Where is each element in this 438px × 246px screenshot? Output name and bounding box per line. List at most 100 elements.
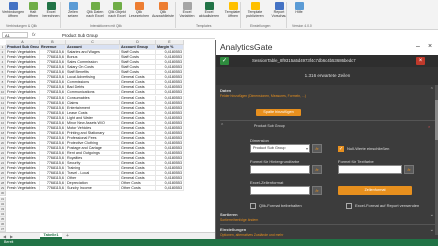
minimize-icon[interactable]: – (416, 43, 420, 50)
qlik-format-label: Qlik-Format beibehalten (259, 203, 302, 208)
settings-section-subtitle: Optionen, alternatives Zustände und mehr (220, 233, 284, 237)
ribbon-button[interactable]: Qlik Daten nach Excel (84, 2, 106, 24)
ribbon-separator (286, 2, 287, 28)
ribbon-button[interactable]: Excel Variablen (176, 2, 198, 24)
bg-color-formula-input[interactable] (250, 165, 310, 174)
table-cell[interactable]: 7768115,6 (40, 186, 66, 192)
remove-field-icon[interactable]: × (428, 124, 430, 129)
chevron-down-icon[interactable]: ⌄ (430, 212, 434, 218)
ribbon-button-label: Excel berechnen (42, 10, 60, 18)
null-values-label: Null-Werte einschließen (347, 146, 390, 151)
ribbon-button[interactable]: Zeilen setzen (62, 2, 84, 24)
daten-section-subtitle: Felder hinzufügen (Dimensionen, Measures… (220, 94, 306, 98)
close-icon[interactable]: × (428, 43, 432, 50)
ribbon-group-label: Templates (196, 24, 212, 28)
expected-rows-text: 1.316 erwartete Zeilen (216, 67, 438, 85)
ribbon-button-label: Qlik Auswahlleiste (152, 10, 174, 18)
panel-title-bar: AnalyticsGate – × (216, 40, 438, 55)
table-cell[interactable]: Fresh Vegetables (6, 186, 40, 192)
table-cell[interactable]: 0,4180553 (156, 186, 184, 192)
ribbon-button[interactable]: Template publizieren (244, 2, 266, 24)
formula-input[interactable]: Product Sub Group (62, 33, 98, 38)
ribbon-button-icon (46, 2, 56, 10)
formula-editor-button[interactable]: fx (312, 144, 322, 153)
ribbon-button[interactable]: Excel berechnen (40, 2, 62, 24)
ribbon-button-icon (250, 2, 260, 10)
cell-format-input[interactable] (250, 186, 310, 195)
qlik-format-checkbox[interactable] (250, 203, 256, 209)
ribbon-button[interactable]: Qlik Lesezeichen (128, 2, 150, 24)
ribbon-button-icon (28, 2, 38, 10)
analyticsgate-panel: AnalyticsGate – × ✓ SessionTable_8f9315a… (215, 40, 438, 239)
check-icon[interactable]: ✓ (220, 57, 229, 65)
ribbon-button-label: Hilfe (295, 10, 303, 14)
session-table-name: SessionTable_8f9315a5d4973f4c7db6c4b5368… (252, 58, 356, 63)
ribbon-button-label: Qlik Objekt nach Excel (108, 10, 126, 18)
ribbon-button-label: Excel Variablen (179, 10, 195, 18)
ribbon-button-icon (204, 2, 214, 10)
chevron-up-icon[interactable]: ⌃ (220, 123, 224, 129)
ribbon-separator (60, 2, 61, 28)
ribbon-button-label: Qlik Daten nach Excel (86, 10, 104, 18)
ribbon-button-icon (228, 2, 238, 10)
formula-editor-button[interactable]: fx (312, 186, 322, 195)
ribbon-button-icon (90, 2, 100, 10)
text-color-label: Formel für Textfarbe (338, 159, 374, 164)
ribbon-button-label: Verbindungen öffnen (2, 10, 25, 18)
ribbon-button-icon (294, 2, 304, 10)
daten-section-title[interactable]: Daten (220, 88, 231, 93)
panel-title: AnalyticsGate (220, 42, 273, 52)
ribbon-button[interactable]: Excel aktualisieren (198, 2, 220, 24)
ribbon-group-label: Interaktionen mit Qlik (90, 24, 122, 28)
ribbon-button[interactable]: Hilfe (288, 2, 310, 24)
ribbon-group-label: Version 4.0.0 (292, 24, 312, 28)
ribbon-button-icon (158, 2, 168, 10)
cell-format-label: Excel-Zellenformat (250, 180, 284, 185)
dimension-select-value: Product Sub Group (253, 146, 286, 150)
field-name: Product Sub Group (254, 124, 285, 128)
ribbon-button-icon (68, 2, 78, 10)
excel-format-label: Excel-Format auf Report verwenden (355, 203, 420, 208)
excel-format-checkbox[interactable] (346, 203, 352, 209)
sort-section-title[interactable]: Sortieren (220, 212, 238, 217)
bg-color-label: Formel für Hintergrundfarbe (250, 159, 300, 164)
dimension-select[interactable]: Product Sub Group ▾ (250, 144, 310, 153)
ribbon-button-icon (8, 2, 18, 10)
ribbon-separator (175, 2, 176, 28)
ribbon-button[interactable]: Qlik Objekt nach Excel (106, 2, 128, 24)
ribbon-group-label: Verbindungen & Qlik (6, 24, 37, 28)
chevron-up-icon[interactable]: ⌃ (430, 87, 434, 93)
ribbon-button[interactable]: Verbindungen öffnen (2, 2, 24, 24)
status-bar: Bereit (0, 239, 438, 246)
sheet-tab-bar: ◀ ▶ Tabelle1 + (0, 232, 215, 239)
settings-section-title[interactable]: Einstellungen (220, 227, 246, 232)
table-cell[interactable]: Other Costs (120, 186, 156, 192)
spreadsheet-grid[interactable]: A B C D E 1 Product Sub Group Revenue Account Acc… (0, 40, 215, 232)
cell-format-button[interactable]: Zellenformat (338, 186, 412, 195)
ribbon-group-label: Einstellungen (250, 24, 271, 28)
ribbon: Verbindungen öffnen Halt öffnen Excel bere… (0, 0, 438, 30)
ribbon-button-label: Qlik Lesezeichen (128, 10, 150, 18)
ribbon-button-label: Excel aktualisieren (198, 10, 220, 18)
divider (220, 120, 435, 121)
chevron-down-icon[interactable]: ⌄ (430, 227, 434, 233)
ribbon-button-icon (134, 2, 144, 10)
sort-section-subtitle: Sortierreihenfolge ändern (220, 218, 259, 222)
name-box[interactable]: A1 (2, 32, 28, 38)
table-cell[interactable]: Sundry Income (66, 186, 120, 192)
ribbon-button-label: Zeilen setzen (67, 10, 79, 18)
fx-icon[interactable]: fx (32, 32, 36, 37)
dimension-label: Dimension (250, 138, 269, 143)
null-values-checkbox[interactable]: ✓ (338, 146, 344, 152)
text-color-formula-input[interactable] (338, 165, 402, 174)
ribbon-separator (240, 2, 241, 28)
delete-icon[interactable]: × (416, 57, 425, 65)
add-column-button[interactable]: Spalte hinzufügen (256, 109, 301, 116)
divider (220, 224, 435, 225)
chevron-down-icon: ▾ (305, 146, 308, 151)
ribbon-button[interactable]: Qlik Auswahlleiste (152, 2, 174, 24)
ribbon-button-icon (274, 2, 284, 10)
formula-editor-button[interactable]: fx (312, 165, 322, 174)
formula-editor-button[interactable]: fx (404, 165, 414, 174)
formula-bar: A1 fx Product Sub Group (0, 31, 215, 39)
